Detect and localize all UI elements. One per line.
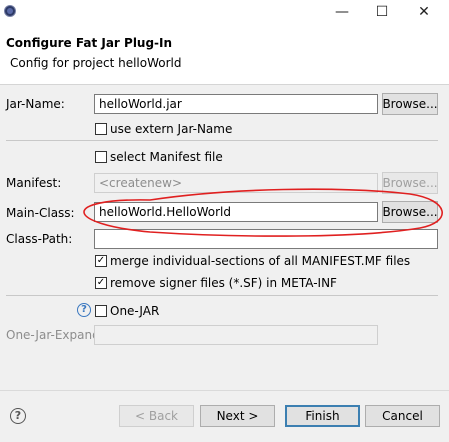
red-ellipse-stroke [83,188,443,237]
red-ellipse-annotation [83,188,443,237]
